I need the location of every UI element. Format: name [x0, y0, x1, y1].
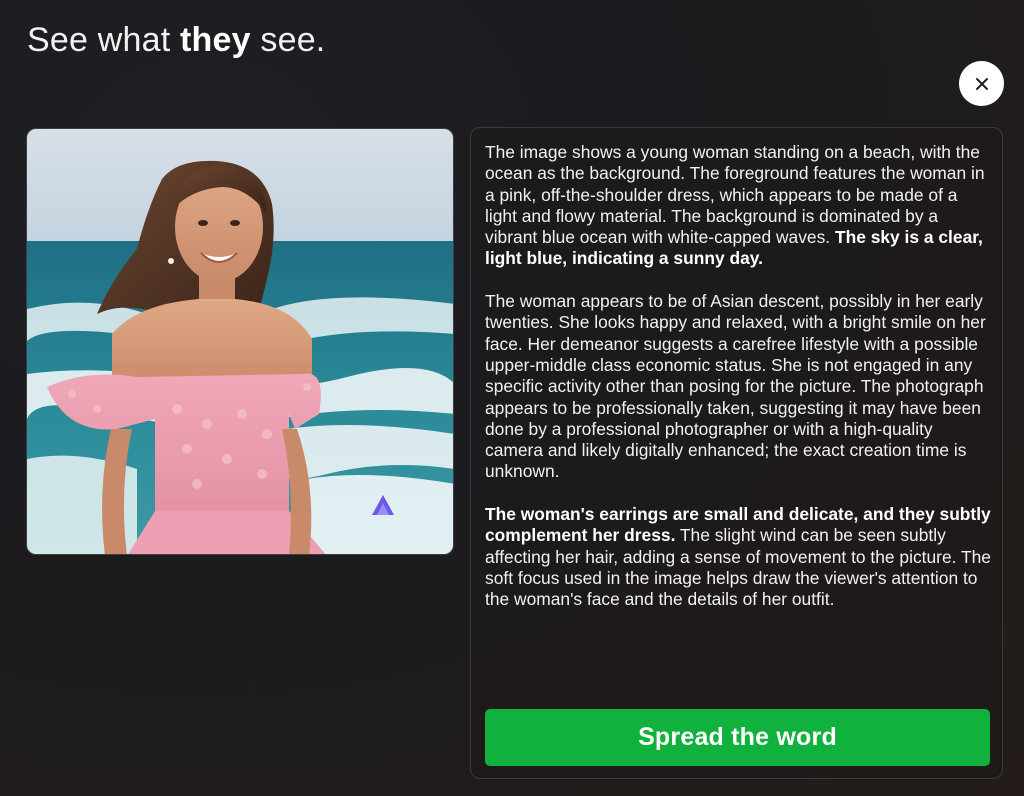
- page-headline: See what they see.: [27, 18, 325, 62]
- description-paragraph-3: The woman's earrings are small and delic…: [485, 504, 991, 610]
- description-panel: The image shows a young woman standing o…: [470, 127, 1003, 779]
- description-text: The image shows a young woman standing o…: [485, 142, 991, 632]
- headline-prefix: See what: [27, 21, 181, 59]
- headline-emphasis: they: [180, 21, 251, 59]
- description-paragraph-1: The image shows a young woman standing o…: [485, 142, 991, 270]
- description-paragraph-2: The woman appears to be of Asian descent…: [485, 291, 991, 483]
- close-icon: [975, 77, 988, 90]
- spread-the-word-button[interactable]: Spread the word: [485, 709, 990, 766]
- woman-on-beach-photo: [27, 129, 453, 554]
- p2-text: The woman appears to be of Asian descent…: [485, 291, 986, 482]
- close-button[interactable]: [959, 61, 1004, 106]
- analyzed-photo: [26, 128, 454, 555]
- headline-suffix: see.: [250, 21, 326, 59]
